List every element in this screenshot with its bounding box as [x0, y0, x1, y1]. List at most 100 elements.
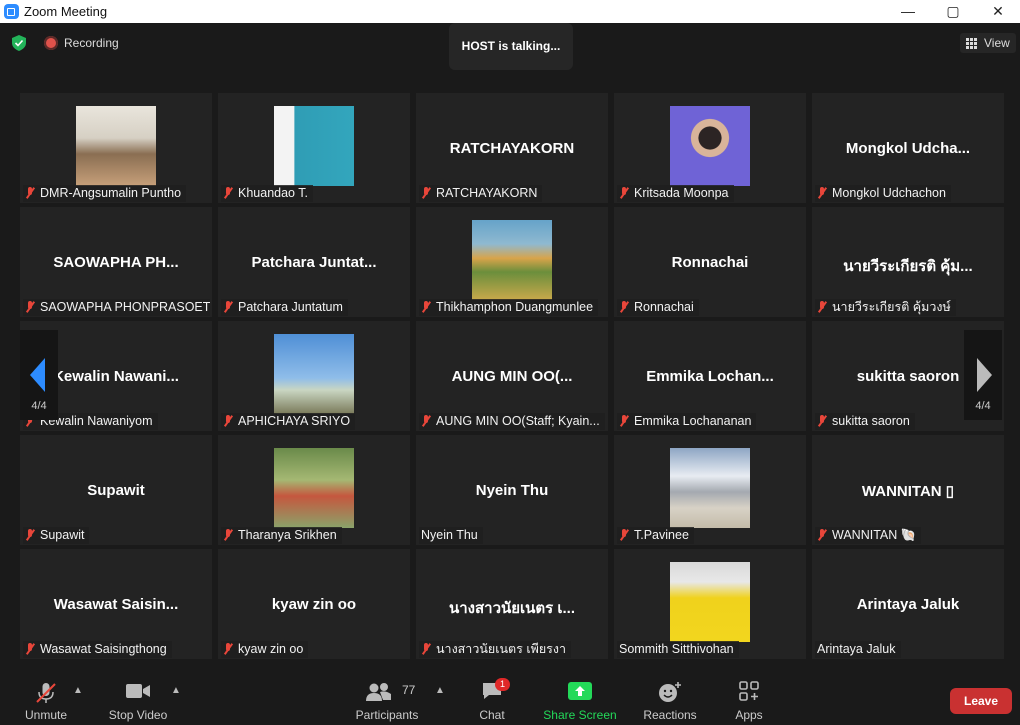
- participants-button[interactable]: 77 Participants: [352, 669, 422, 725]
- participant-tile[interactable]: Tharanya Srikhen: [218, 435, 410, 545]
- muted-mic-icon: [817, 301, 827, 313]
- participant-tile[interactable]: Arintaya Jaluk Arintaya Jaluk: [812, 549, 1004, 659]
- participant-name-label: kyaw zin oo: [221, 641, 309, 658]
- video-options-caret-icon[interactable]: ▲: [171, 685, 181, 696]
- participant-video-thumbnail: [472, 220, 552, 300]
- participant-display-name: Emmika Lochan...: [646, 368, 774, 385]
- participant-tile[interactable]: Patchara Juntat... Patchara Juntatum: [218, 207, 410, 317]
- participant-tile[interactable]: Nyein Thu Nyein Thu: [416, 435, 608, 545]
- next-page-button[interactable]: 4/4: [964, 330, 1002, 420]
- participant-tile[interactable]: Ronnachai Ronnachai: [614, 207, 806, 317]
- participant-name-text: Ronnachai: [634, 300, 694, 314]
- participant-tile[interactable]: SAOWAPHA PH... SAOWAPHA PHONPRASOET: [20, 207, 212, 317]
- participant-display-name: WANNITAN ▯: [861, 483, 955, 500]
- audio-options-caret-icon[interactable]: ▲: [73, 685, 83, 696]
- page-indicator-right: 4/4: [975, 400, 991, 412]
- share-screen-icon: [568, 682, 592, 700]
- participant-tile[interactable]: T.Pavinee: [614, 435, 806, 545]
- participant-video-thumbnail: [670, 448, 750, 528]
- participant-name-label: T.Pavinee: [617, 527, 694, 544]
- participant-tile[interactable]: Emmika Lochan... Emmika Lochananan: [614, 321, 806, 431]
- participant-video-thumbnail: [670, 562, 750, 642]
- participant-name-text: T.Pavinee: [634, 528, 689, 542]
- participant-tile[interactable]: DMR-Angsumalin Puntho: [20, 93, 212, 203]
- participant-display-name: Supawit: [87, 482, 145, 499]
- participant-tile[interactable]: Kritsada Moonpa: [614, 93, 806, 203]
- participant-name-text: DMR-Angsumalin Puntho: [40, 186, 182, 200]
- close-button[interactable]: ✕: [983, 1, 1013, 21]
- stop-video-button[interactable]: Stop Video: [104, 669, 172, 725]
- participant-video-thumbnail: [274, 448, 354, 528]
- participant-name-label: AUNG MIN OO(Staff; Kyain...: [419, 413, 605, 430]
- participants-label: Participants: [355, 708, 419, 722]
- chat-label: Chat: [479, 708, 505, 722]
- participant-tile[interactable]: APHICHAYA SRIYO: [218, 321, 410, 431]
- participant-name-text: APHICHAYA SRIYO: [238, 414, 351, 428]
- participant-tile[interactable]: Thikhamphon Duangmunlee: [416, 207, 608, 317]
- participant-name-label: APHICHAYA SRIYO: [221, 413, 356, 430]
- maximize-button[interactable]: ▢: [938, 1, 968, 21]
- participant-tile[interactable]: Supawit Supawit: [20, 435, 212, 545]
- participant-display-name: นางสาวนัยเนตร เ...: [448, 600, 576, 617]
- participant-name-label: WANNITAN 🐚: [815, 527, 922, 544]
- participant-tile[interactable]: Sommith Sitthivohan: [614, 549, 806, 659]
- previous-page-button[interactable]: 4/4: [20, 330, 58, 420]
- muted-mic-icon: [421, 187, 431, 199]
- participant-display-name: Mongkol Udcha...: [845, 140, 971, 157]
- active-speaker-banner: HOST is talking...: [449, 23, 573, 70]
- muted-mic-icon: [619, 529, 629, 541]
- participant-name-label: Tharanya Srikhen: [221, 527, 342, 544]
- participant-tile[interactable]: AUNG MIN OO(... AUNG MIN OO(Staff; Kyain.…: [416, 321, 608, 431]
- participant-name-label: นายวีระเกียรติ คุ้มวงษ์: [815, 299, 956, 316]
- participant-name-text: kyaw zin oo: [238, 642, 304, 656]
- participant-name-text: Mongkol Udchachon: [832, 186, 946, 200]
- participant-name-label: Nyein Thu: [419, 527, 483, 544]
- participant-tile[interactable]: kyaw zin oo kyaw zin oo: [218, 549, 410, 659]
- participant-display-name: SAOWAPHA PH...: [53, 254, 179, 271]
- participant-tile[interactable]: นายวีระเกียรติ คุ้ม... นายวีระเกียรติ คุ้…: [812, 207, 1004, 317]
- participants-caret-icon[interactable]: ▲: [435, 685, 445, 696]
- muted-mic-icon: [619, 415, 629, 427]
- participant-name-label: sukitta saoron: [815, 413, 915, 430]
- view-button[interactable]: View: [960, 33, 1016, 53]
- participant-name-text: นายวีระเกียรติ คุ้มวงษ์: [832, 300, 951, 314]
- security-shield-icon[interactable]: [12, 35, 26, 51]
- muted-mic-icon: [817, 187, 827, 199]
- participant-name-label: Patchara Juntatum: [221, 299, 348, 316]
- chat-button[interactable]: Chat: [470, 669, 514, 725]
- participant-name-text: Patchara Juntatum: [238, 300, 343, 314]
- gallery-grid: DMR-Angsumalin Puntho Khuandao T. RATCHAYA…: [0, 89, 1020, 659]
- participant-name-label: DMR-Angsumalin Puntho: [23, 185, 187, 202]
- arrow-right-icon: [977, 358, 992, 392]
- participant-video-thumbnail: [76, 106, 156, 186]
- unmute-label: Unmute: [24, 708, 68, 722]
- zoom-logo-icon: [4, 4, 19, 19]
- participant-tile[interactable]: นางสาวนัยเนตร เ... นางสาวนัยเนตร เพียรงา: [416, 549, 608, 659]
- title-bar: Zoom Meeting — ▢ ✕: [0, 0, 1020, 23]
- participant-tile[interactable]: RATCHAYAKORN RATCHAYAKORN: [416, 93, 608, 203]
- muted-mic-icon: [223, 301, 233, 313]
- leave-button[interactable]: Leave: [950, 688, 1012, 714]
- participant-tile[interactable]: Khuandao T.: [218, 93, 410, 203]
- participant-display-name: Wasawat Saisin...: [53, 596, 179, 613]
- participant-name-text: Tharanya Srikhen: [238, 528, 337, 542]
- recording-icon: [44, 36, 58, 50]
- participant-tile[interactable]: Mongkol Udcha... Mongkol Udchachon: [812, 93, 1004, 203]
- reactions-button[interactable]: Reactions: [640, 669, 700, 725]
- unmute-button[interactable]: Unmute: [18, 669, 74, 725]
- participant-name-text: Kritsada Moonpa: [634, 186, 729, 200]
- participant-tile[interactable]: WANNITAN ▯ WANNITAN 🐚: [812, 435, 1004, 545]
- muted-mic-icon: [223, 415, 233, 427]
- stop-video-label: Stop Video: [108, 708, 168, 722]
- share-screen-label: Share Screen: [543, 708, 617, 722]
- share-screen-button[interactable]: Share Screen: [542, 669, 618, 725]
- minimize-button[interactable]: —: [893, 1, 923, 21]
- participant-name-label: Ronnachai: [617, 299, 699, 316]
- participant-tile[interactable]: Wasawat Saisin... Wasawat Saisingthong: [20, 549, 212, 659]
- participant-display-name: นายวีระเกียรติ คุ้ม...: [843, 258, 973, 275]
- muted-mic-icon: [421, 415, 431, 427]
- muted-mic-icon: [817, 415, 827, 427]
- participant-name-text: Sommith Sitthivohan: [619, 642, 734, 656]
- apps-button[interactable]: Apps: [728, 669, 770, 725]
- participant-name-label: RATCHAYAKORN: [419, 185, 543, 202]
